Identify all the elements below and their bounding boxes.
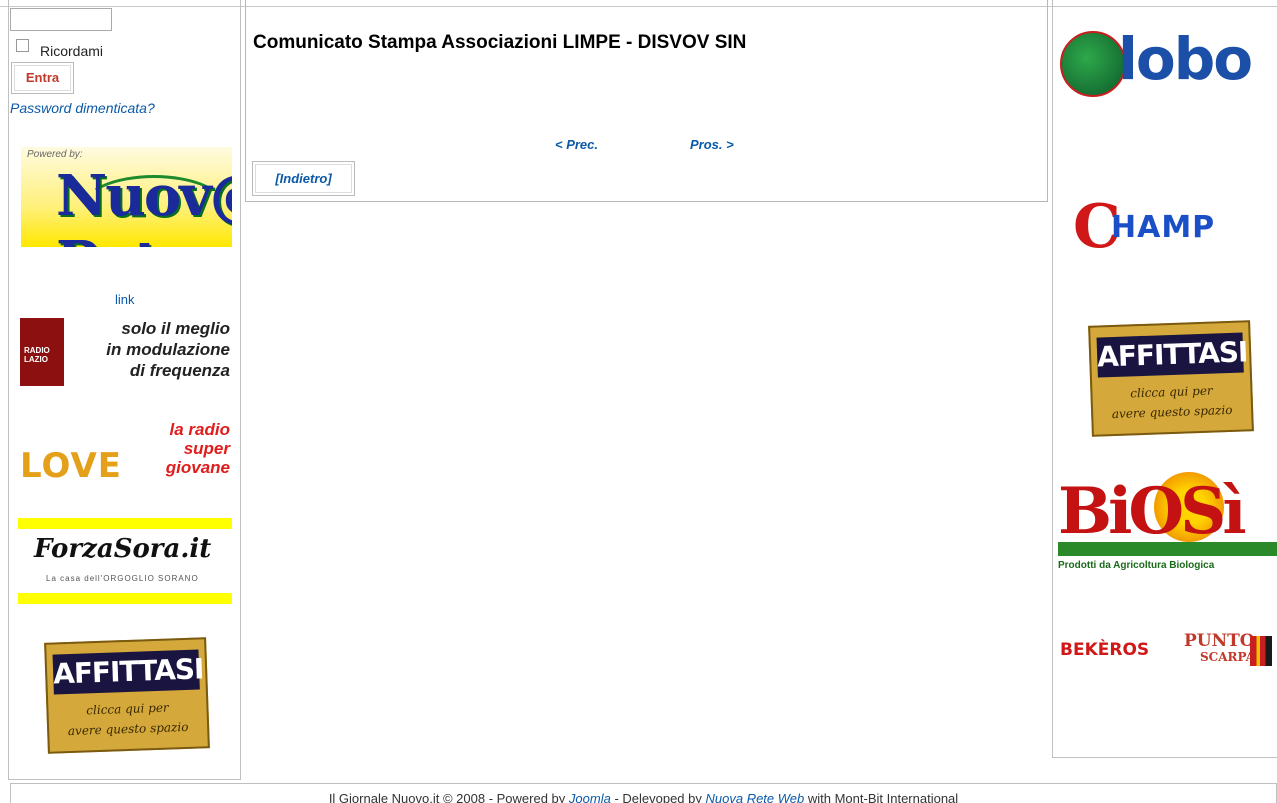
punto-label: PUNTO bbox=[1184, 631, 1255, 651]
globo-logo: lobo bbox=[1118, 25, 1253, 93]
footer: Il Giornale Nuovo.it © 2008 - Powered by… bbox=[10, 783, 1277, 803]
powered-by-label: Powered by: bbox=[27, 149, 83, 160]
login-button-label: Entra bbox=[14, 65, 71, 91]
footer-mid: - Delevoped by bbox=[610, 791, 706, 803]
nuova-rete-link[interactable]: Nuova Rete Web bbox=[706, 791, 805, 803]
affittasi-title: AFFITTASI bbox=[52, 649, 204, 695]
bars-icon bbox=[1250, 636, 1272, 666]
joomla-link[interactable]: Joomla bbox=[569, 791, 611, 803]
globo-ball-icon bbox=[1060, 31, 1126, 97]
article-container bbox=[245, 0, 1048, 202]
bekeros-logo: BEKÈROS bbox=[1060, 640, 1150, 660]
biosi-tagline: Prodotti da Agricoltura Biologica bbox=[1058, 560, 1215, 571]
affittasi-banner-left[interactable]: AFFITTASI clicca qui per avere questo sp… bbox=[44, 637, 210, 754]
forza-bar-bottom bbox=[18, 593, 232, 604]
forgot-password-link[interactable]: Password dimenticata? bbox=[10, 100, 155, 116]
username-input[interactable] bbox=[10, 8, 112, 31]
affittasi-title: AFFITTASI bbox=[1096, 332, 1248, 378]
love-mania-banner[interactable]: LOVE la radio super giovane bbox=[20, 418, 232, 490]
forzasora-logo: ForzaSora.it bbox=[34, 534, 212, 564]
next-link[interactable]: Pros. > bbox=[690, 137, 734, 152]
nuova-rete-logo: Nuov@ Rete bbox=[56, 163, 232, 247]
back-button[interactable]: [Indietro] bbox=[252, 161, 355, 196]
nuova-rete-banner[interactable]: Powered by: Nuov@ Rete bbox=[21, 147, 232, 247]
link-label[interactable]: link bbox=[115, 292, 135, 307]
forzasora-tagline: La casa dell'ORGOGLIO SORANO bbox=[46, 574, 199, 583]
article-title: Comunicato Stampa Associazioni LIMPE - D… bbox=[253, 32, 747, 53]
love-logo: LOVE bbox=[20, 446, 122, 486]
radio-lazio-banner[interactable]: RADIO LAZIO solo il meglio in modulazion… bbox=[20, 318, 232, 388]
radio-lazio-logo: RADIO LAZIO bbox=[20, 318, 64, 386]
biosi-green-band bbox=[1058, 542, 1277, 556]
affittasi-line1: clicca qui per bbox=[86, 700, 169, 718]
affittasi-line2: avere questo spazio bbox=[1111, 402, 1233, 422]
back-button-label: [Indietro] bbox=[255, 164, 352, 193]
biosi-logo: BiOSì bbox=[1058, 474, 1247, 549]
biosi-banner[interactable]: BiOSì Prodotti da Agricoltura Biologica bbox=[1058, 472, 1277, 582]
forzasora-banner[interactable]: ForzaSora.it La casa dell'ORGOGLIO SORAN… bbox=[18, 530, 232, 592]
login-button[interactable]: Entra bbox=[11, 62, 74, 94]
champ-banner[interactable]: C HAMP bbox=[1073, 192, 1263, 262]
affittasi-line2: avere questo spazio bbox=[67, 719, 189, 739]
love-slogan: la radio super giovane bbox=[165, 420, 230, 477]
scarpa-label: SCARPA bbox=[1200, 650, 1255, 664]
remember-checkbox[interactable] bbox=[16, 39, 29, 52]
champ-logo: HAMP bbox=[1111, 210, 1216, 245]
prev-link[interactable]: < Prec. bbox=[555, 137, 598, 152]
bekeros-banner[interactable]: BEKÈROS PUNTO SCARPA bbox=[1060, 632, 1277, 672]
radio-lazio-slogan: solo il meglio in modulazione di frequen… bbox=[106, 319, 230, 380]
globo-banner[interactable]: lobo bbox=[1060, 25, 1277, 105]
remember-label: Ricordami bbox=[40, 43, 104, 59]
footer-prefix: Il Giornale Nuovo.it © 2008 - Powered by bbox=[328, 791, 569, 803]
affittasi-line1: clicca qui per bbox=[1130, 383, 1213, 401]
forza-bar-top bbox=[18, 518, 232, 529]
footer-suffix: with Mont-Bit International bbox=[804, 791, 959, 803]
affittasi-banner-right[interactable]: AFFITTASI clicca qui per avere questo sp… bbox=[1088, 320, 1254, 437]
